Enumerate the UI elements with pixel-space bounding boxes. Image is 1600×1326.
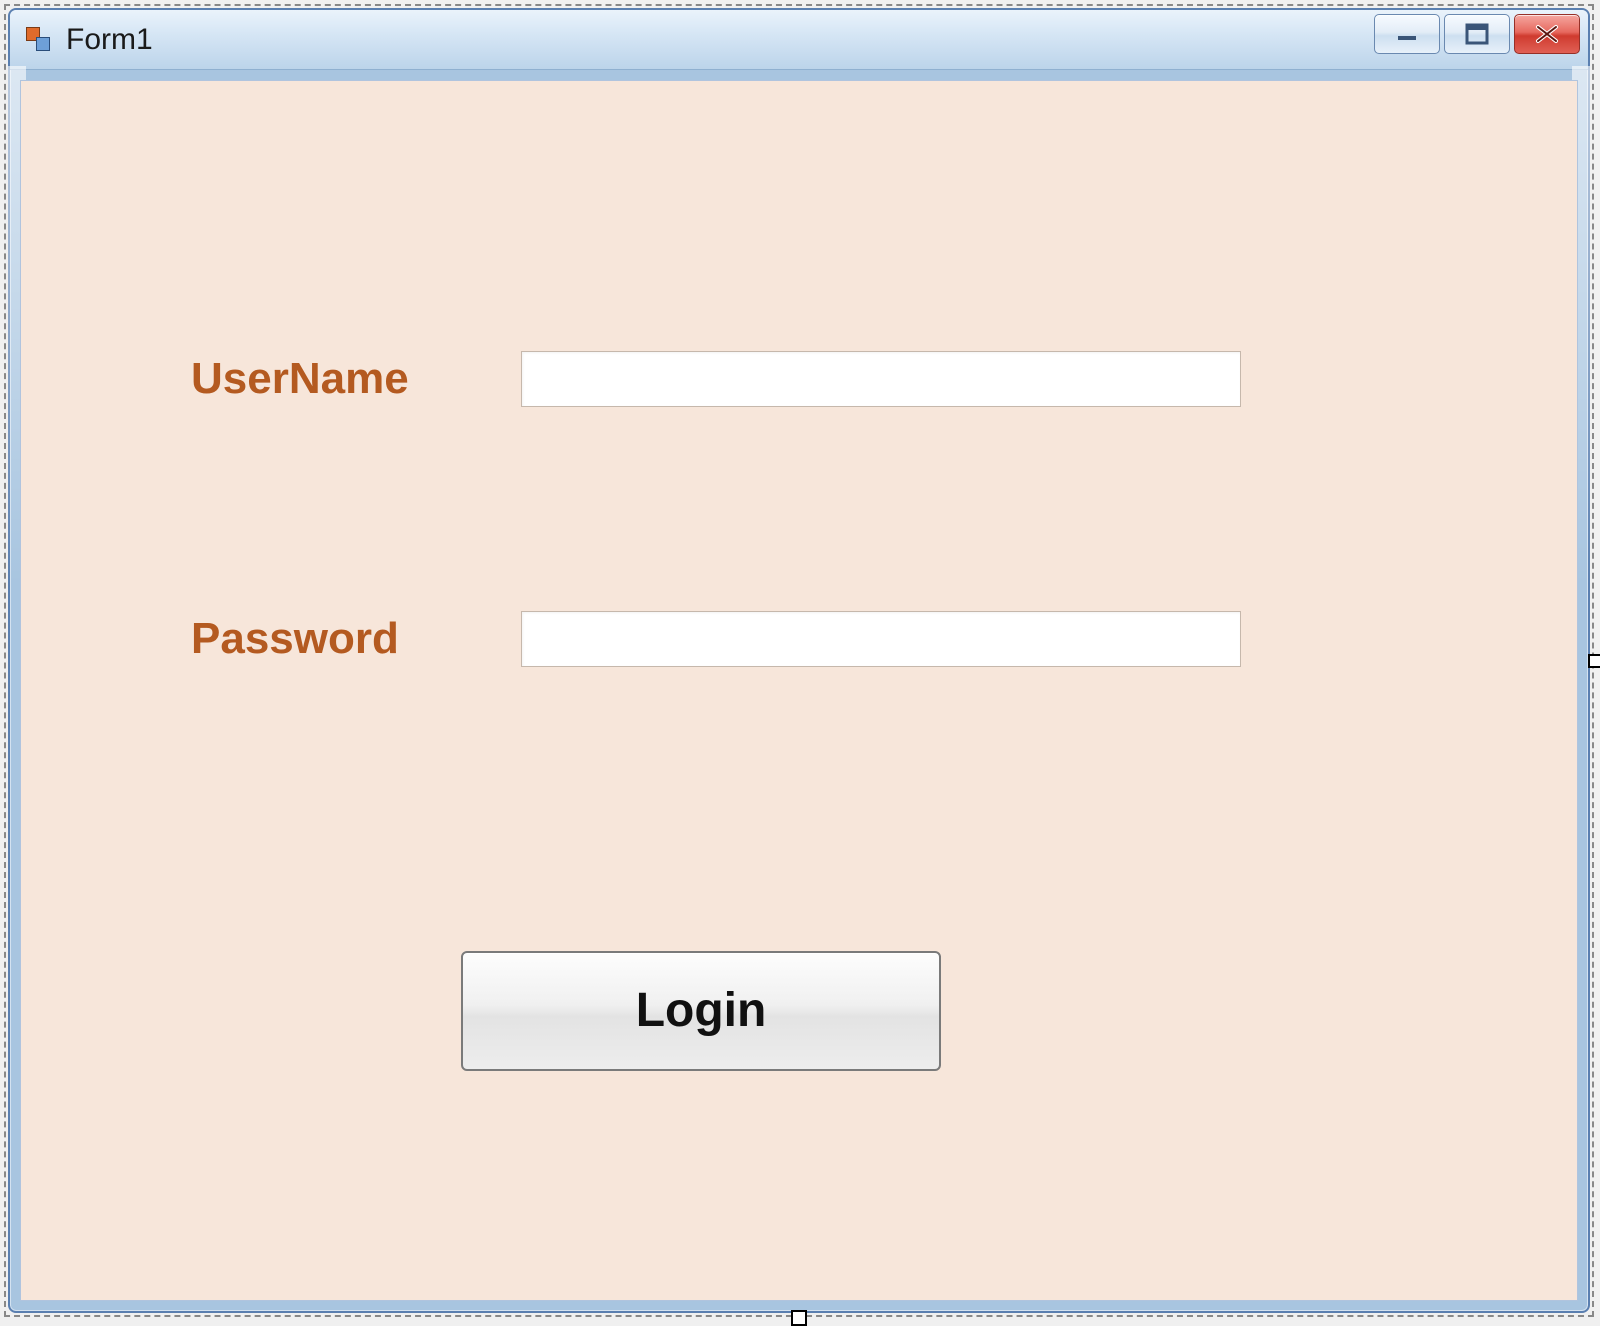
form-icon (26, 27, 52, 53)
minimize-icon (1392, 24, 1422, 44)
title-bar[interactable]: Form1 (10, 10, 1588, 70)
login-button[interactable]: Login (461, 951, 941, 1071)
minimize-button[interactable] (1374, 14, 1440, 54)
window-title: Form1 (66, 23, 153, 57)
password-input[interactable] (521, 611, 1241, 667)
close-icon (1532, 22, 1562, 46)
login-button-label: Login (636, 984, 767, 1037)
window-controls (1374, 14, 1580, 54)
password-row: Password (191, 611, 1241, 667)
close-button[interactable] (1514, 14, 1580, 54)
username-label: UserName (191, 354, 521, 404)
form-client-area: UserName Password Login (20, 80, 1578, 1301)
maximize-icon (1462, 22, 1492, 46)
form-window: Form1 (8, 8, 1590, 1313)
resize-handle-right[interactable] (1588, 654, 1600, 668)
username-row: UserName (191, 351, 1241, 407)
resize-handle-bottom[interactable] (791, 1310, 807, 1326)
maximize-button[interactable] (1444, 14, 1510, 54)
designer-canvas: Form1 (4, 4, 1594, 1317)
password-label: Password (191, 614, 521, 664)
username-input[interactable] (521, 351, 1241, 407)
